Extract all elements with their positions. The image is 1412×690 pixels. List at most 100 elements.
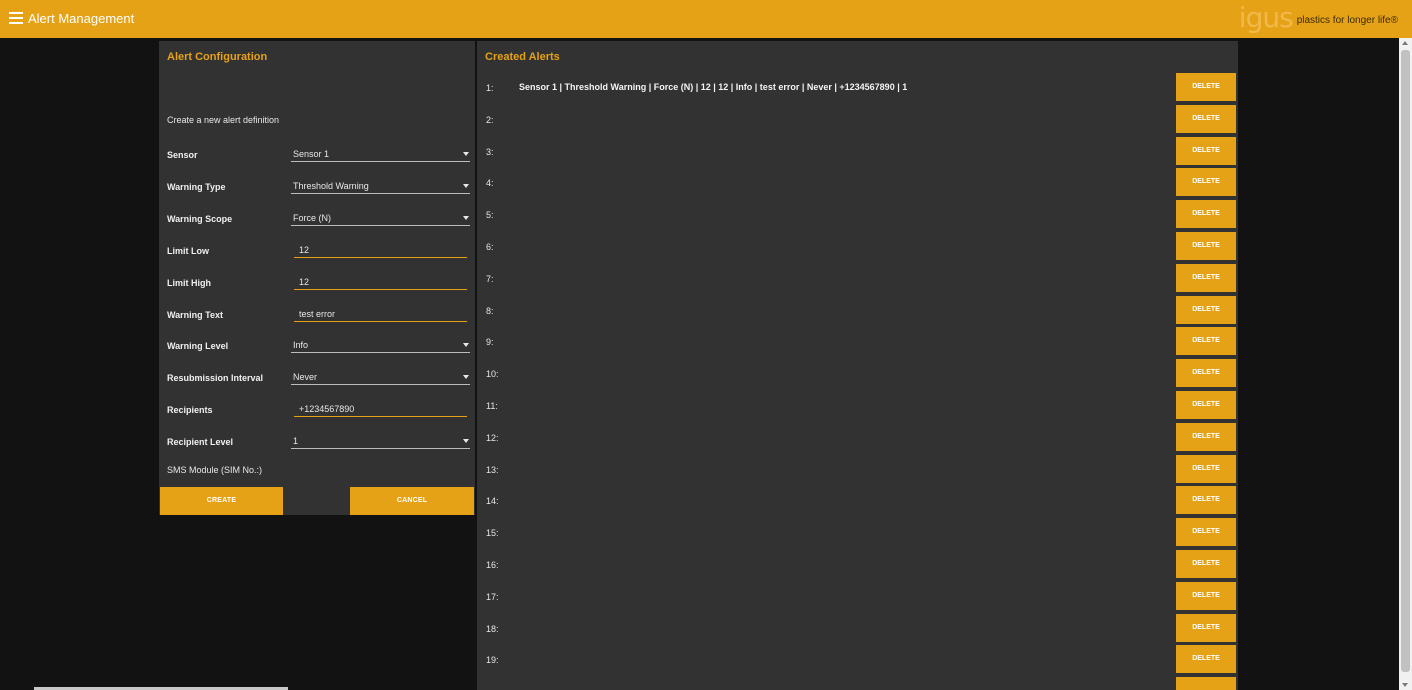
form-row-sensor: Sensor Sensor 1 bbox=[159, 144, 475, 168]
panel-title: Created Alerts bbox=[485, 51, 560, 63]
warning-type-select[interactable]: Threshold Warning bbox=[291, 178, 470, 194]
alert-number: 11: bbox=[486, 401, 498, 411]
field-label: Limit Low bbox=[167, 246, 209, 256]
alert-row: 3: DELETE bbox=[477, 136, 1238, 165]
app-header: Alert Management igus plastics for longe… bbox=[0, 0, 1412, 38]
alert-number: 13: bbox=[486, 464, 499, 475]
field-label: Recipients bbox=[167, 405, 213, 415]
alert-row: 12: DELETE bbox=[477, 422, 1238, 451]
scroll-up-icon[interactable] bbox=[1402, 41, 1408, 45]
field-label: Warning Type bbox=[167, 182, 226, 192]
delete-button[interactable]: DELETE bbox=[1176, 613, 1236, 642]
sms-module-label: SMS Module (SIM No.:) bbox=[167, 465, 263, 475]
limit-low-input[interactable]: 12 bbox=[294, 242, 467, 258]
field-value: Threshold Warning bbox=[293, 181, 369, 191]
form-row-limit-low: Limit Low 12 bbox=[159, 240, 475, 264]
alert-number: 3: bbox=[486, 146, 494, 157]
delete-button[interactable]: DELETE bbox=[1176, 422, 1236, 451]
brand-slogan: plastics for longer life® bbox=[1296, 14, 1398, 26]
alert-row bbox=[477, 677, 1238, 690]
alert-number: 2: bbox=[486, 114, 494, 125]
delete-button[interactable]: DELETE bbox=[1176, 168, 1236, 197]
delete-button[interactable]: DELETE bbox=[1176, 295, 1236, 324]
alert-row: 16: DELETE bbox=[477, 550, 1238, 578]
chevron-down-icon bbox=[463, 184, 469, 188]
created-alerts-panel: Created Alerts 1: Sensor 1 | Threshold Wa… bbox=[477, 41, 1238, 690]
alert-row: 19: DELETE bbox=[477, 645, 1238, 674]
field-value: Never bbox=[293, 372, 318, 382]
alert-row: 15: DELETE bbox=[477, 518, 1238, 547]
form-row-warning-text: Warning Text test error bbox=[159, 304, 475, 328]
field-label: Limit High bbox=[167, 278, 211, 288]
delete-button[interactable]: DELETE bbox=[1176, 200, 1236, 229]
delete-button[interactable]: DELETE bbox=[1176, 136, 1236, 165]
alert-row: 5: DELETE bbox=[477, 200, 1238, 229]
warning-scope-select[interactable]: Force (N) bbox=[291, 210, 470, 226]
alert-number: 6: bbox=[486, 242, 494, 252]
alert-row: 10: DELETE bbox=[477, 359, 1238, 388]
field-value: 12 bbox=[299, 277, 310, 287]
delete-button[interactable]: DELETE bbox=[1176, 232, 1236, 260]
form-row-warning-level: Warning Level Info bbox=[159, 335, 475, 359]
form-row-recipient-level: Recipient Level 1 bbox=[159, 431, 475, 455]
brand: igus plastics for longer life® bbox=[1239, 3, 1398, 33]
alert-row: 8: DELETE bbox=[477, 295, 1238, 324]
field-label: Resubmission Interval bbox=[167, 373, 264, 383]
delete-button[interactable]: DELETE bbox=[1176, 454, 1236, 483]
hamburger-menu-icon[interactable] bbox=[9, 12, 23, 24]
delete-button[interactable]: DELETE bbox=[1176, 518, 1236, 547]
sensor-select[interactable]: Sensor 1 bbox=[291, 146, 470, 162]
delete-button[interactable]: DELETE bbox=[1176, 104, 1236, 133]
alert-number: 7: bbox=[486, 273, 494, 284]
alert-number: 19: bbox=[486, 655, 499, 666]
delete-button[interactable]: DELETE bbox=[1176, 391, 1236, 419]
alert-row: 4: DELETE bbox=[477, 168, 1238, 197]
field-value: 12 bbox=[299, 245, 310, 255]
delete-button[interactable]: DELETE bbox=[1176, 263, 1236, 292]
delete-button[interactable]: DELETE bbox=[1176, 486, 1236, 515]
chevron-down-icon bbox=[463, 375, 469, 379]
chevron-down-icon bbox=[463, 216, 469, 220]
create-button[interactable]: CREATE bbox=[160, 487, 283, 515]
alert-number: 1: bbox=[486, 83, 494, 93]
field-label: Warning Scope bbox=[167, 214, 233, 224]
warning-text-input[interactable]: test error bbox=[294, 306, 467, 322]
alert-row: 6: DELETE bbox=[477, 232, 1238, 260]
delete-button[interactable]: DELETE bbox=[1176, 645, 1236, 674]
recipients-input[interactable]: +1234567890 bbox=[294, 401, 467, 417]
igus-logo: igus bbox=[1238, 1, 1294, 34]
alert-number: 16: bbox=[486, 560, 499, 570]
alert-row: 17: DELETE bbox=[477, 581, 1238, 610]
field-label: Sensor bbox=[167, 150, 198, 160]
alert-number: 14: bbox=[486, 496, 499, 507]
resubmission-interval-select[interactable]: Never bbox=[291, 369, 470, 385]
field-value: +1234567890 bbox=[299, 404, 355, 414]
delete-button[interactable]: DELETE bbox=[1176, 359, 1236, 388]
alert-number: 8: bbox=[486, 305, 494, 316]
alert-row: 13: DELETE bbox=[477, 454, 1238, 483]
field-value: 1 bbox=[293, 436, 299, 446]
field-value: test error bbox=[299, 309, 336, 319]
field-label: Warning Level bbox=[167, 341, 229, 351]
intro-text: Create a new alert definition bbox=[167, 115, 280, 125]
delete-button[interactable]: DELETE bbox=[1176, 327, 1236, 356]
chevron-down-icon bbox=[463, 439, 469, 443]
vertical-scrollbar[interactable] bbox=[1399, 38, 1412, 690]
form-row-warning-type: Warning Type Threshold Warning bbox=[159, 176, 475, 200]
scroll-down-icon[interactable] bbox=[1402, 683, 1408, 687]
alert-description: Sensor 1 | Threshold Warning | Force (N)… bbox=[519, 82, 908, 92]
warning-level-select[interactable]: Info bbox=[291, 337, 470, 353]
limit-high-input[interactable]: 12 bbox=[294, 274, 467, 290]
form-row-limit-high: Limit High 12 bbox=[159, 272, 475, 296]
alert-row: 1: Sensor 1 | Threshold Warning | Force (… bbox=[477, 73, 1238, 101]
delete-button[interactable]: DELETE bbox=[1176, 550, 1236, 578]
alert-row: 7: DELETE bbox=[477, 263, 1238, 292]
form-row-resubmission-interval: Resubmission Interval Never bbox=[159, 367, 475, 391]
alert-number: 15: bbox=[486, 528, 499, 539]
delete-button[interactable]: DELETE bbox=[1176, 73, 1236, 101]
delete-button[interactable]: DELETE bbox=[1176, 581, 1236, 610]
delete-button[interactable] bbox=[1176, 677, 1236, 690]
cancel-button[interactable]: CANCEL bbox=[350, 487, 474, 515]
recipient-level-select[interactable]: 1 bbox=[291, 433, 470, 449]
scrollbar-thumb[interactable] bbox=[1401, 50, 1410, 672]
